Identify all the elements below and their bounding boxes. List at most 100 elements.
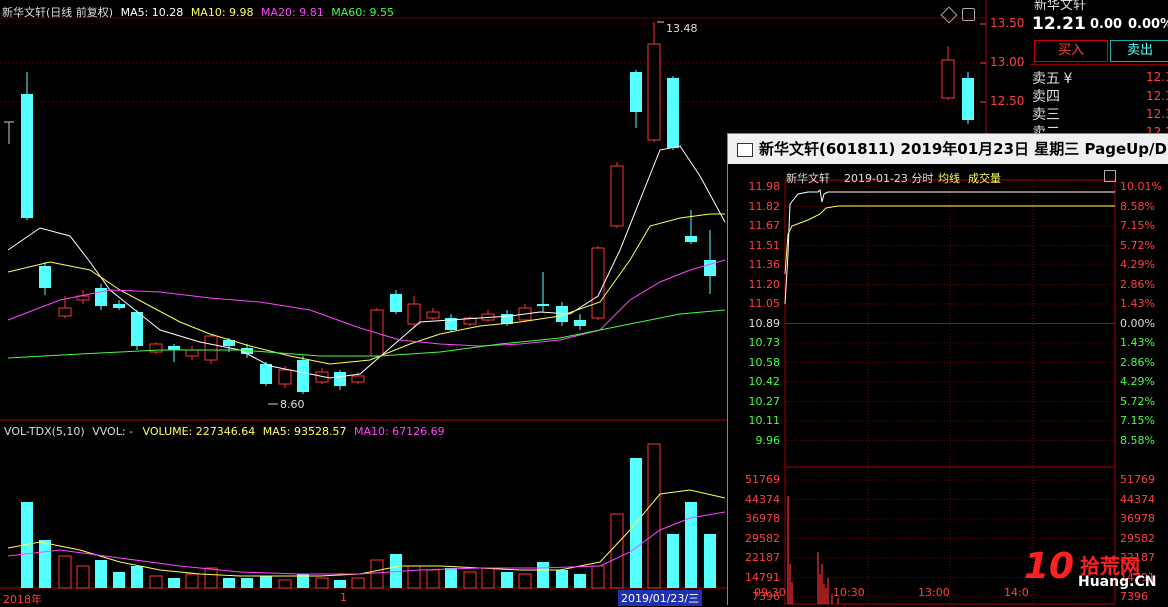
volume-bar <box>591 565 605 589</box>
intraday-pct-label: 8.58% <box>1120 199 1155 213</box>
intraday-vol-label: 51769 <box>1120 473 1155 486</box>
volume-bar <box>426 569 440 589</box>
intraday-vol-label: 44374 <box>745 492 780 506</box>
intraday-pct-label: 2.86% <box>1120 355 1155 369</box>
intraday-pct-label: 1.43% <box>1120 336 1155 349</box>
volume-chart-header: VOL-TDX(5,10) VVOL: - VOLUME: 227346.64 … <box>4 425 445 438</box>
volume-bar <box>58 555 72 589</box>
intraday-price-label: 10.27 <box>748 394 781 408</box>
intraday-vol-label: 36978 <box>1120 512 1155 525</box>
popup-toggle-icon[interactable] <box>1104 170 1116 182</box>
candle-body <box>704 260 716 276</box>
intraday-price-label: 10.11 <box>748 414 781 427</box>
ask-level-3: 卖三 <box>1032 107 1060 123</box>
price-axis-label: 13.00 <box>990 55 1025 69</box>
intraday-popup[interactable]: 新华文轩(601811) 2019年01月23日 星期三 PageUp/D 新华… <box>727 133 1168 605</box>
volume-bar <box>481 567 495 589</box>
price-axis-label: 13.50 <box>990 16 1025 30</box>
intraday-price-label: 9.96 <box>755 433 781 447</box>
intraday-pct-label: 4.29% <box>1120 375 1155 388</box>
ma10-line <box>7 213 725 365</box>
ask-level-price: 12.3 <box>1146 107 1168 121</box>
watermark-number: 10 <box>1024 546 1075 587</box>
vvol-label: VVOL: - <box>92 425 134 438</box>
volume-bar <box>556 570 568 588</box>
intraday-time-label: 10:30 <box>833 586 865 599</box>
ma20-line <box>7 259 726 347</box>
watermark-logo: 10 拾荒网 Huang.CN <box>1022 546 1168 604</box>
volume-bar <box>334 580 346 588</box>
candle-body <box>685 236 697 242</box>
volume-bar <box>95 560 107 588</box>
buy-button[interactable]: 买入 <box>1034 40 1108 62</box>
intraday-vol-label: 29582 <box>745 531 780 545</box>
candle-body <box>278 369 292 385</box>
intraday-price-label: 11.20 <box>748 277 781 291</box>
watermark-domain: Huang.CN <box>1078 574 1157 590</box>
intraday-pct-label: 8.58% <box>1120 433 1155 447</box>
volume-bar <box>501 572 513 588</box>
volume-bar <box>131 566 143 588</box>
candle-body <box>630 72 642 112</box>
toggle-icon[interactable] <box>962 8 975 21</box>
sell-button[interactable]: 卖出 <box>1110 40 1168 62</box>
popup-title-bar[interactable]: 新华文轩(601811) 2019年01月23日 星期三 PageUp/D <box>728 134 1168 164</box>
intraday-vol-label: 36978 <box>745 512 780 525</box>
ask-level-price: 12.3 <box>1146 89 1168 103</box>
popup-sub-vol: 成交量 <box>968 172 1001 185</box>
volume-value: VOLUME: 227346.64 <box>142 425 256 438</box>
volume-bar <box>223 578 235 588</box>
ask-level-5: 卖五 ¥ <box>1032 68 1072 88</box>
candle-body <box>39 266 51 288</box>
volume-bar <box>39 540 51 588</box>
ma-label-ma60: MA60: 9.55 <box>331 6 394 19</box>
popup-sub-date: 2019-01-23 分时 <box>844 172 934 185</box>
quote-stock-name: 新华文轩 <box>1034 0 1087 13</box>
quote-panel: 新华文轩 12.21 0.00 0.00% 买入 卖出 卖五 ¥ 12.3 卖四… <box>1030 0 1168 150</box>
volume-bar <box>463 571 477 589</box>
quote-change-pct: 0.00% <box>1128 17 1168 32</box>
candle-body <box>610 165 624 227</box>
ma-label-ma5: MA5: 10.28 <box>120 6 184 19</box>
volume-bar <box>278 579 292 589</box>
popup-title: 新华文轩(601811) 2019年01月23日 星期三 PageUp/D <box>759 140 1167 158</box>
candle-body <box>407 303 421 325</box>
main-chart-header: 新华文轩(日线 前复权) MA5: 10.28 MA10: 9.98 MA20:… <box>2 4 394 20</box>
candle-body <box>204 335 218 361</box>
ask-level-label: 卖五 <box>1032 71 1060 87</box>
intraday-price-label: 10.89 <box>748 316 781 330</box>
volume-bar <box>260 576 272 588</box>
popup-sub-avg: 均线 <box>938 172 960 185</box>
volume-bar <box>518 573 532 589</box>
volume-bar <box>574 574 586 588</box>
intraday-time-label: 13:00 <box>918 586 950 599</box>
volume-bar <box>647 443 661 589</box>
intraday-pct-label: 7.15% <box>1120 219 1155 232</box>
candle-body <box>426 311 440 319</box>
candle-body <box>21 94 33 218</box>
volume-bar <box>168 578 180 588</box>
intraday-pct-label: 10.01% <box>1120 180 1162 193</box>
volume-bar <box>204 567 218 589</box>
candle-body <box>351 375 365 383</box>
ask-level-4: 卖四 <box>1032 89 1060 105</box>
volume-bar <box>667 534 679 588</box>
popup-sub-name: 新华文轩 <box>786 172 830 185</box>
candle-body <box>131 312 143 346</box>
vol-ma5-value: MA5: 93528.57 <box>262 425 347 438</box>
candle-body <box>334 372 346 386</box>
intraday-price-label: 11.36 <box>748 258 781 271</box>
intraday-vol-label: 51769 <box>745 473 780 486</box>
low-price-label: 8.60 <box>280 398 305 411</box>
candle-body <box>537 304 549 306</box>
candle-body <box>113 304 125 308</box>
intraday-vol-label: 22187 <box>745 551 780 564</box>
vol-indicator-name: VOL-TDX(5,10) <box>4 425 85 438</box>
date-axis-mid: 1 <box>340 591 347 604</box>
candle-body <box>260 364 272 384</box>
intraday-pct-label: 0.00% <box>1120 316 1155 330</box>
intraday-pct-label: 7.15% <box>1120 414 1155 427</box>
candle-body <box>297 360 309 392</box>
main-chart-title: 新华文轩(日线 前复权) <box>2 6 114 19</box>
intraday-pct-label: 2.86% <box>1120 277 1155 291</box>
